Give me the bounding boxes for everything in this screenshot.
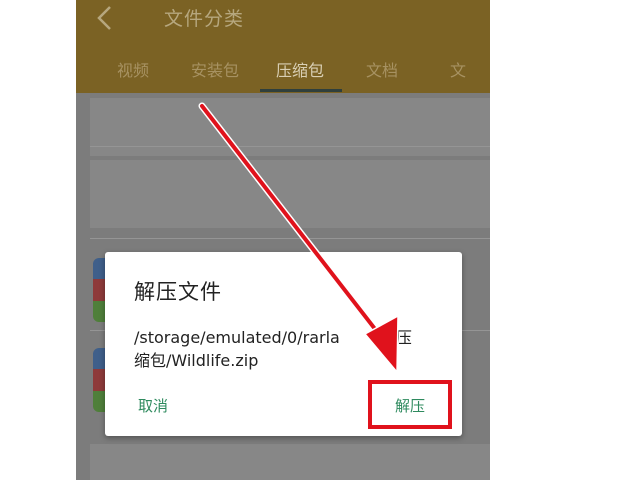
page-title: 文件分类 <box>164 8 245 30</box>
tab-archive[interactable]: 压缩包 <box>276 57 324 81</box>
list-item[interactable] <box>90 444 490 480</box>
archive-path-line1: /storage/emulated/0/rarla <box>134 328 340 347</box>
tab-document[interactable]: 文档 <box>366 57 398 81</box>
annotation-highlight-box <box>368 380 452 429</box>
row-divider <box>90 238 490 239</box>
tab-more[interactable]: 文 <box>450 57 466 81</box>
dialog-title: 解压文件 <box>134 280 222 304</box>
tab-indicator <box>260 89 342 92</box>
tab-video[interactable]: 视频 <box>117 57 149 81</box>
tab-apk[interactable]: 安装包 <box>191 57 239 81</box>
list-item[interactable] <box>90 160 490 228</box>
app-header: 文件分类 视频 安装包 压缩包 文档 文 <box>76 0 490 93</box>
archive-path: /storage/emulated/0/rarla 的压缩包/Wildlife.z… <box>134 326 434 372</box>
row-divider <box>90 146 490 147</box>
archive-path-line2: 缩包/Wildlife.zip <box>134 351 259 370</box>
list-item[interactable] <box>90 98 490 156</box>
cancel-button[interactable]: 取消 <box>138 395 168 416</box>
chevron-left-icon[interactable] <box>94 5 116 31</box>
archive-path-line1-tail: 的压 <box>379 328 412 347</box>
